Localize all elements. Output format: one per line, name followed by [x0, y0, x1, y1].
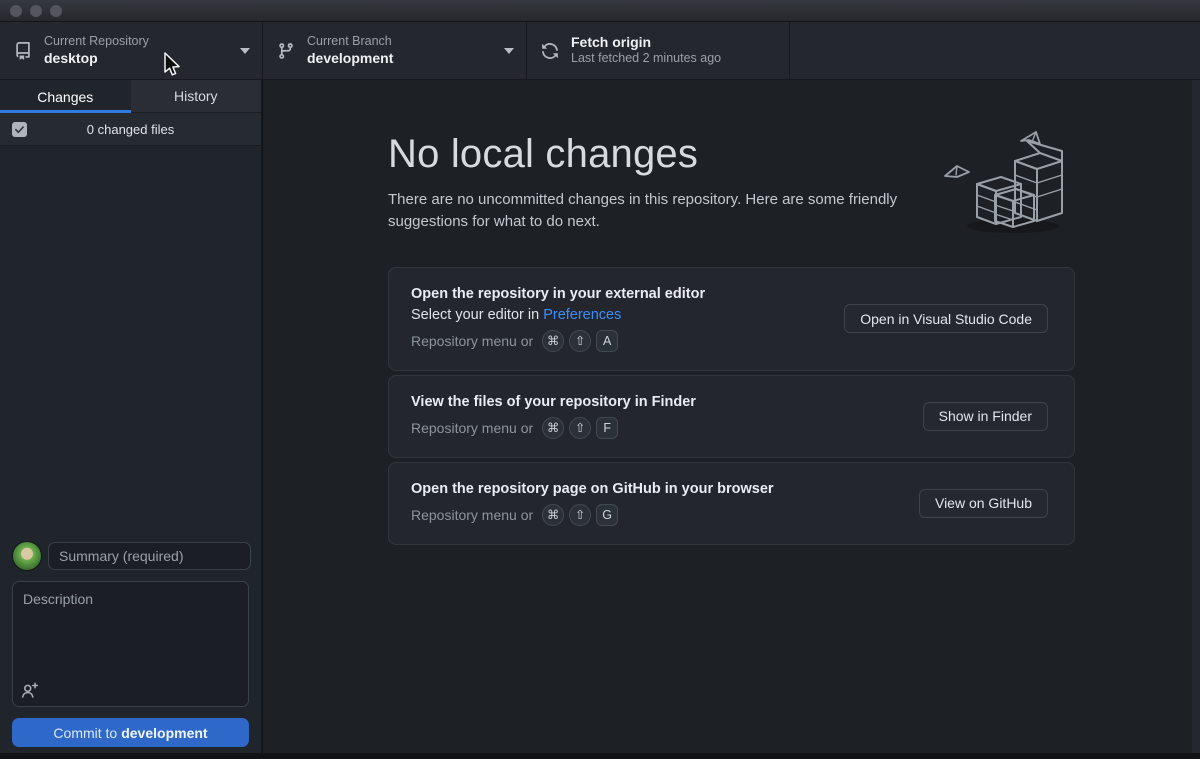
changed-files-count: 0 changed files	[0, 122, 261, 137]
current-branch-value: development	[307, 50, 393, 68]
cmd-key-icon: ⌘	[542, 330, 564, 352]
sidebar: Changes History 0 changed files	[0, 80, 262, 753]
current-branch-label: Current Branch	[307, 34, 393, 50]
cmd-key-icon: ⌘	[542, 504, 564, 526]
tab-history[interactable]: History	[131, 80, 262, 113]
card-title: Open the repository in your external edi…	[411, 286, 705, 302]
git-branch-icon	[277, 42, 295, 60]
sidebar-tabbar: Changes History	[0, 80, 261, 113]
menu-hint-text: Repository menu or	[411, 507, 533, 523]
select-editor-text: Select your editor in	[411, 307, 543, 323]
avatar	[12, 541, 42, 571]
app-window: Current Repository desktop Current Branc…	[0, 0, 1200, 759]
card-subtitle: Select your editor in Preferences	[411, 307, 705, 323]
traffic-light-zoom[interactable]	[50, 5, 62, 17]
commit-area: Commit todevelopment	[0, 528, 261, 753]
view-on-github-button[interactable]: View on GitHub	[919, 489, 1048, 518]
commit-button-prefix: Commit to	[53, 725, 117, 741]
select-all-checkbox[interactable]	[12, 122, 27, 137]
traffic-light-close[interactable]	[10, 5, 22, 17]
show-in-finder-button[interactable]: Show in Finder	[923, 402, 1048, 431]
shift-key-icon: ⇧	[569, 417, 591, 439]
window-bottom-edge	[0, 753, 1200, 759]
sync-icon	[541, 42, 559, 60]
commit-button[interactable]: Commit todevelopment	[12, 718, 249, 747]
cmd-key-icon: ⌘	[542, 417, 564, 439]
page-subtitle: There are no uncommitted changes in this…	[388, 189, 973, 233]
shift-key-icon: ⇧	[569, 504, 591, 526]
menu-hint-text: Repository menu or	[411, 333, 533, 349]
card-show-in-finder: View the files of your repository in Fin…	[388, 375, 1075, 458]
current-repository-label: Current Repository	[44, 34, 149, 50]
tab-changes[interactable]: Changes	[0, 80, 131, 113]
commit-summary-input[interactable]	[48, 542, 251, 570]
shortcut-hint: Repository menu or ⌘ ⇧ G	[411, 504, 774, 526]
chevron-down-icon	[504, 48, 514, 54]
repo-icon	[14, 42, 32, 60]
add-coauthor-icon[interactable]	[21, 681, 39, 699]
chevron-down-icon	[240, 48, 250, 54]
fetch-origin-title: Fetch origin	[571, 34, 721, 52]
card-open-external-editor: Open the repository in your external edi…	[388, 267, 1075, 371]
changed-files-row: 0 changed files	[0, 113, 261, 146]
preferences-link[interactable]: Preferences	[543, 307, 621, 323]
letter-key: G	[596, 504, 618, 526]
commit-description-textarea[interactable]	[12, 581, 249, 707]
current-branch-dropdown[interactable]: Current Branch development	[263, 22, 527, 79]
commit-button-branch: development	[121, 725, 207, 741]
current-repository-dropdown[interactable]: Current Repository desktop	[0, 22, 263, 79]
letter-key: A	[596, 330, 618, 352]
letter-key: F	[596, 417, 618, 439]
main-content: No local changes There are no uncommitte…	[263, 80, 1200, 753]
scrollbar-track[interactable]	[1192, 80, 1200, 753]
shortcut-hint: Repository menu or ⌘ ⇧ A	[411, 330, 705, 352]
suggestion-cards: Open the repository in your external edi…	[388, 267, 1075, 545]
open-in-vscode-button[interactable]: Open in Visual Studio Code	[844, 304, 1048, 333]
fetch-origin-button[interactable]: Fetch origin Last fetched 2 minutes ago	[527, 22, 790, 79]
traffic-light-minimize[interactable]	[30, 5, 42, 17]
menu-hint-text: Repository menu or	[411, 420, 533, 436]
card-view-on-github: Open the repository page on GitHub in yo…	[388, 462, 1075, 545]
card-title: Open the repository page on GitHub in yo…	[411, 481, 774, 497]
changes-list-empty	[0, 146, 261, 528]
toolbar: Current Repository desktop Current Branc…	[0, 22, 1200, 80]
current-repository-value: desktop	[44, 50, 149, 68]
card-title: View the files of your repository in Fin…	[411, 394, 696, 410]
toolbar-spacer	[790, 22, 1200, 79]
window-titlebar	[0, 0, 1200, 22]
fetch-origin-subtitle: Last fetched 2 minutes ago	[571, 51, 721, 67]
papers-illustration	[937, 128, 1087, 240]
shortcut-hint: Repository menu or ⌘ ⇧ F	[411, 417, 696, 439]
shift-key-icon: ⇧	[569, 330, 591, 352]
